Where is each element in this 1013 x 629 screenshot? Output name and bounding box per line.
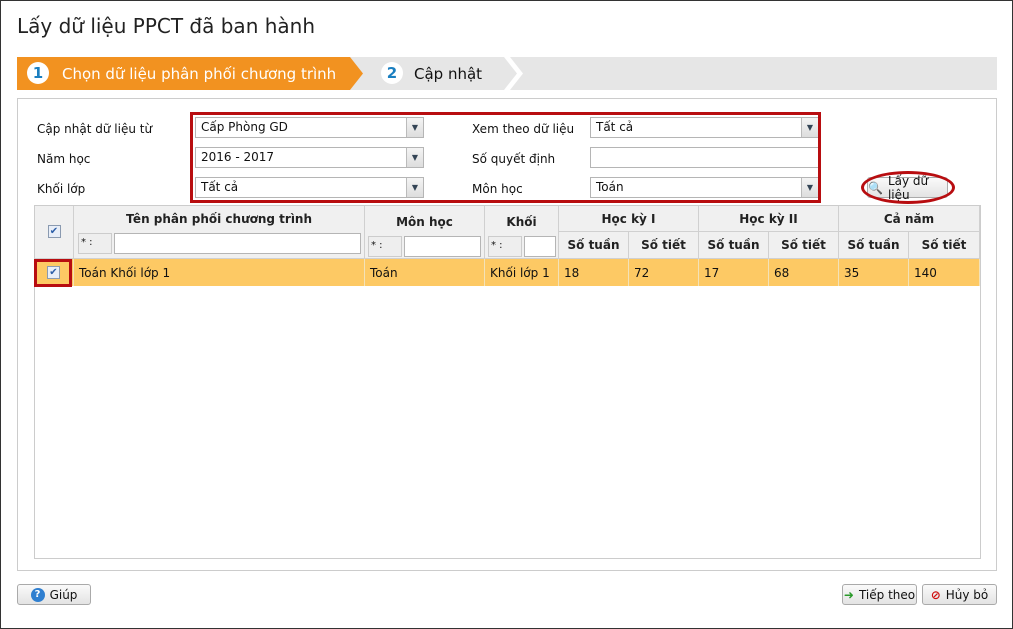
header-cn: Cả năm — [839, 206, 980, 232]
header-select-all: ✔ — [35, 206, 74, 259]
cell-hk2-tuan[interactable]: 17 — [699, 259, 769, 286]
khoi-filter-input[interactable] — [524, 236, 556, 257]
cell-mon[interactable]: Toán — [365, 259, 485, 286]
header-cn-tuan: Số tuần — [839, 232, 909, 259]
cancel-label: Hủy bỏ — [945, 587, 989, 602]
name-filter[interactable]: * : — [78, 233, 361, 254]
select-all-checkbox[interactable]: ✔ — [47, 225, 61, 238]
header-mon-label: Môn học — [396, 215, 453, 229]
khoi-lop-label: Khối lớp — [37, 182, 86, 196]
cap-nhat-label: Cập nhật dữ liệu từ — [37, 122, 153, 136]
header-cn-tiet: Số tiết — [909, 232, 980, 259]
help-label: Giúp — [49, 587, 78, 602]
arrow-right-icon: ➜ — [843, 587, 854, 602]
cell-khoi[interactable]: Khối lớp 1 — [485, 259, 559, 286]
step-1-label: Chọn dữ liệu phân phối chương trình — [62, 65, 337, 83]
cell-hk2-tiet[interactable]: 68 — [769, 259, 839, 286]
next-button[interactable]: ➜ Tiếp theo — [842, 584, 917, 605]
cell-hk1-tuan[interactable]: 18 — [559, 259, 629, 286]
help-icon: ? — [30, 587, 45, 602]
filter-operator[interactable]: * : — [78, 233, 112, 254]
cell-name[interactable]: Toán Khối lớp 1 — [74, 259, 365, 286]
header-hk1: Học kỳ I — [559, 206, 699, 232]
cell-hk1-tiet[interactable]: 72 — [629, 259, 699, 286]
highlight-ellipse — [861, 171, 955, 204]
name-filter-input[interactable] — [114, 233, 361, 254]
help-button[interactable]: ? Giúp — [17, 584, 91, 605]
header-hk2: Học kỳ II — [699, 206, 839, 232]
filter-operator[interactable]: * : — [368, 236, 402, 257]
highlight-box — [190, 112, 821, 203]
khoi-filter[interactable]: * : — [488, 236, 556, 257]
header-hk1-tiet: Số tiết — [629, 232, 699, 259]
header-name-label: Tên phân phối chương trình — [125, 212, 313, 226]
step-2-number: 2 — [381, 62, 403, 84]
mon-filter[interactable]: * : — [368, 236, 481, 257]
filter-operator[interactable]: * : — [488, 236, 522, 257]
header-khoi-label: Khối — [506, 215, 537, 229]
cancel-icon: ⊘ — [930, 587, 941, 602]
step-2-label: Cập nhật — [414, 65, 483, 83]
cell-cn-tiet[interactable]: 140 — [909, 259, 980, 286]
step-1-number: 1 — [27, 62, 49, 84]
header-hk2-tiet: Số tiết — [769, 232, 839, 259]
cancel-button[interactable]: ⊘ Hủy bỏ — [922, 584, 997, 605]
next-label: Tiếp theo — [858, 587, 916, 602]
header-hk1-tuan: Số tuần — [559, 232, 629, 259]
mon-filter-input[interactable] — [404, 236, 481, 257]
highlight-box — [34, 259, 72, 287]
cell-cn-tuan[interactable]: 35 — [839, 259, 909, 286]
header-hk2-tuan: Số tuần — [699, 232, 769, 259]
page-title: Lấy dữ liệu PPCT đã ban hành — [17, 14, 316, 38]
nam-hoc-label: Năm học — [37, 152, 91, 166]
